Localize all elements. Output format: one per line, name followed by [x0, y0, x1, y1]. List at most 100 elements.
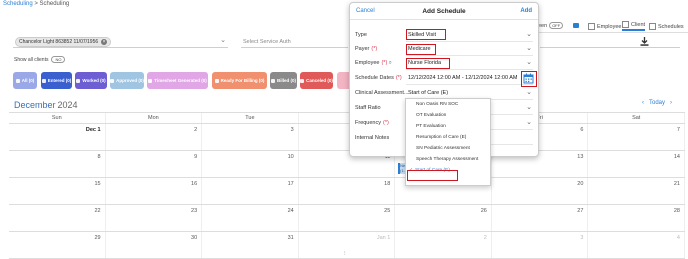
required-marker: (*): [371, 46, 378, 52]
breadcrumb-link-scheduling[interactable]: Scheduling: [3, 1, 33, 7]
status-pill[interactable]: All (0): [13, 72, 37, 89]
schedules-label: Schedules: [658, 23, 684, 30]
dropdown-option[interactable]: Non Oasis RN SOC: [406, 99, 490, 110]
dropdown-option[interactable]: OT Evaluation: [406, 110, 490, 121]
status-pill[interactable]: Billed (0): [270, 72, 297, 89]
calendar-day-cell[interactable]: 4: [588, 232, 685, 258]
calendar-day-cell[interactable]: 17: [202, 178, 299, 204]
calendar-day-number: 21: [673, 181, 680, 187]
client-chip: Chancelor Light 863852 11/07/1956 ×: [15, 37, 112, 47]
today-button[interactable]: Today: [649, 100, 665, 106]
calendar-day-cell[interactable]: 9: [106, 151, 203, 177]
calendar-day-cell[interactable]: 3: [202, 124, 299, 150]
resize-handle-icon[interactable]: ⁝: [344, 251, 346, 257]
dropdown-option-label: PT Evaluation: [416, 124, 446, 129]
calendar-day-number: 14: [673, 154, 680, 160]
calendar-day-cell[interactable]: 24: [202, 205, 299, 231]
calendar-day-cell[interactable]: 3: [492, 232, 589, 258]
status-pill[interactable]: Canceled (0): [300, 72, 333, 89]
highlight-start-of-care: [407, 170, 458, 181]
calendar-day-cell[interactable]: 18: [299, 178, 396, 204]
modal-field-label: Employee (*) ⌕: [355, 60, 392, 67]
search-icon[interactable]: ⌕: [387, 60, 392, 66]
field-underline: [406, 84, 533, 85]
show-all-clients-row: Show all clients NO: [14, 56, 66, 63]
view-toggle[interactable]: OFF: [549, 22, 564, 29]
calendar-day-cell[interactable]: 16: [106, 178, 203, 204]
breadcrumb-separator: >: [32, 1, 40, 7]
dropdown-option[interactable]: Speech Therapy Assessment: [406, 154, 490, 165]
dropdown-option[interactable]: PT Evaluation: [406, 121, 490, 132]
employee-label: Employee: [597, 23, 622, 30]
calendar-day-number: Jan 1: [376, 235, 391, 241]
add-button[interactable]: Add: [520, 8, 532, 14]
employee-option[interactable]: Employee: [588, 23, 621, 30]
status-pill[interactable]: Worked (0): [75, 72, 107, 89]
calendar-day-cell[interactable]: Jan 1: [299, 232, 396, 258]
dropdown-option-label: Speech Therapy Assessment: [416, 157, 479, 162]
right-filter-field[interactable]: [540, 37, 680, 48]
service-auth-select[interactable]: Select Service Auth: [241, 37, 348, 48]
modal-field-row[interactable]: Payer (*) Medicare ⌄: [350, 43, 538, 56]
client-select[interactable]: Chancelor Light 863852 11/07/1956 × ⌄: [13, 37, 228, 48]
calendar-day-number: 24: [287, 208, 294, 214]
calendar-day-cell[interactable]: 30: [106, 232, 203, 258]
calendar-day-number: 27: [577, 208, 584, 214]
calendar-day-cell[interactable]: 21: [588, 178, 685, 204]
calendar-day-cell[interactable]: 15: [9, 178, 106, 204]
calendar-day-number: 6: [580, 127, 584, 133]
calendar-day-cell[interactable]: 26: [395, 205, 492, 231]
schedules-option[interactable]: Schedules: [649, 23, 684, 30]
modal-field-value[interactable]: Start of Care (E): [408, 90, 448, 96]
status-pill[interactable]: Ready For Billing (0): [212, 72, 267, 89]
video-icon[interactable]: [573, 23, 580, 28]
chevron-down-icon[interactable]: ⌄: [526, 30, 532, 38]
chevron-down-icon[interactable]: ⌄: [526, 44, 532, 52]
dropdown-option[interactable]: SN Pediatric Assessment: [406, 143, 490, 154]
calendar-day-cell[interactable]: 8: [9, 151, 106, 177]
calendar-day-cell[interactable]: 31: [202, 232, 299, 258]
modal-field-value[interactable]: 12/12/2024 12:00 AM - 12/12/2024 12:00 A…: [408, 75, 517, 81]
dropdown-option-label: Non Oasis RN SOC: [416, 102, 459, 107]
status-pill[interactable]: Timesheet Generated (0): [147, 72, 208, 89]
chevron-down-icon[interactable]: ⌄: [526, 58, 532, 66]
calendar-day-cell[interactable]: 2: [395, 232, 492, 258]
next-month-icon[interactable]: ›: [670, 100, 672, 106]
breadcrumb-current: Scheduling: [39, 1, 70, 7]
weekday-label: Tue: [202, 113, 299, 123]
status-pill[interactable]: Approved (0): [110, 72, 144, 89]
client-option[interactable]: Client: [622, 21, 646, 31]
calendar-day-cell[interactable]: 27: [492, 205, 589, 231]
calendar-day-cell[interactable]: 2: [106, 124, 203, 150]
dropdown-option-label: SN Pediatric Assessment: [416, 146, 470, 151]
calendar-day-cell[interactable]: 14: [588, 151, 685, 177]
calendar-day-cell[interactable]: 22: [9, 205, 106, 231]
calendar-day-number: 2: [194, 127, 198, 133]
chevron-down-icon[interactable]: ⌄: [526, 118, 532, 126]
status-pill-label: All (0): [21, 78, 35, 83]
show-all-clients-toggle[interactable]: NO: [51, 56, 66, 63]
calendar-day-cell[interactable]: 20: [492, 178, 589, 204]
calendar-day-cell[interactable]: Dec 1: [9, 124, 106, 150]
client-select-chevron-icon[interactable]: ⌄: [220, 36, 226, 44]
modal-field-row[interactable]: Schedule Dates (*) 12/12/2024 12:00 AM - 1…: [350, 72, 538, 85]
prev-month-icon[interactable]: ‹: [642, 100, 644, 106]
chevron-down-icon[interactable]: ⌄: [526, 103, 532, 111]
calendar-day-number: 23: [191, 208, 198, 214]
pill-checkbox-icon: [110, 78, 115, 83]
calendar-day-cell[interactable]: 10: [202, 151, 299, 177]
dropdown-option[interactable]: Resumption of Care (E): [406, 132, 490, 143]
calendar-day-cell[interactable]: 28: [588, 205, 685, 231]
chevron-down-icon[interactable]: ⌄: [526, 88, 532, 96]
status-pill-label: Entered (0): [47, 78, 72, 83]
status-pill-label: Ready For Billing (0): [220, 78, 265, 83]
modal-field-label-text: Staff Ratio: [355, 105, 381, 111]
calendar-day-cell[interactable]: 25: [299, 205, 396, 231]
calendar-day-cell[interactable]: 23: [106, 205, 203, 231]
modal-field-label-text: Payer: [355, 46, 370, 52]
remove-chip-icon[interactable]: ×: [101, 39, 108, 45]
calendar-day-cell[interactable]: 29: [9, 232, 106, 258]
calendar-day-number: 29: [94, 235, 101, 241]
calendar-day-cell[interactable]: 7: [588, 124, 685, 150]
status-pill[interactable]: Entered (0): [41, 72, 72, 89]
